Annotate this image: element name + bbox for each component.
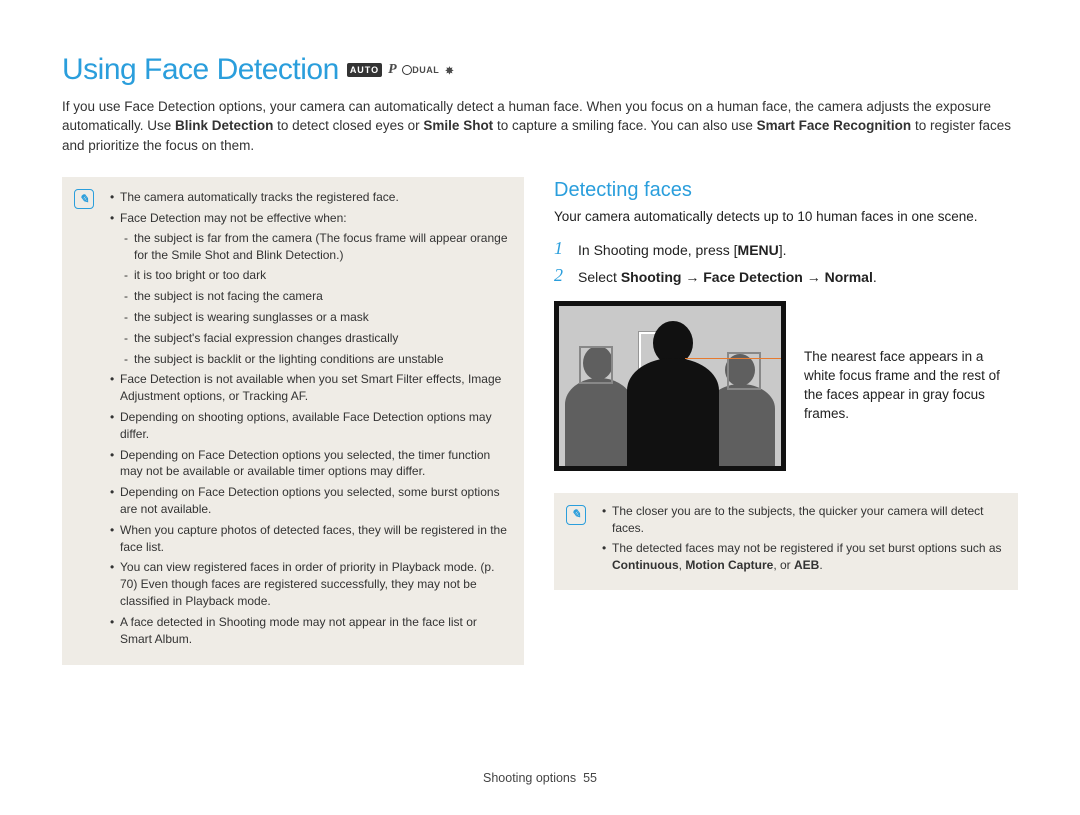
step-text-part: ]. — [779, 242, 787, 258]
mode-p-icon: P — [388, 61, 396, 80]
note-item: A face detected in Shooting mode may not… — [110, 614, 508, 648]
note-text: Face Detection may not be effective when… — [120, 211, 347, 225]
note-item: Depending on shooting options, available… — [110, 409, 508, 443]
step-text-part: . — [873, 269, 877, 285]
intro-bold-smart: Smart Face Recognition — [757, 118, 912, 133]
mode-scene-icon — [445, 62, 453, 79]
intro-bold-blink: Blink Detection — [175, 118, 273, 133]
intro-text: to detect closed eyes or — [277, 118, 423, 133]
note-bold: AEB — [794, 558, 819, 572]
left-note-box: ✎ The camera automatically tracks the re… — [62, 177, 524, 665]
mode-dual-icon: DUAL — [402, 64, 439, 76]
note-item: When you capture photos of detected face… — [110, 522, 508, 556]
mode-icons: AUTO P DUAL — [347, 61, 453, 80]
note-item: You can view registered faces in order o… — [110, 559, 508, 609]
note-item: Depending on Face Detection options you … — [110, 484, 508, 518]
note-icon: ✎ — [566, 505, 586, 525]
step-text-part: In Shooting mode, press [ — [578, 242, 738, 258]
note-text: The detected faces may not be registered… — [612, 541, 1002, 555]
step-number: 1 — [554, 239, 568, 257]
step-bold: Face Detection — [703, 269, 803, 285]
title-text: Using Face Detection — [62, 50, 339, 91]
person-silhouette — [627, 321, 719, 466]
intro-bold-smile: Smile Shot — [423, 118, 493, 133]
page-footer: Shooting options 55 — [0, 770, 1080, 787]
note-subitem: the subject is wearing sunglasses or a m… — [124, 309, 508, 326]
section-intro: Your camera automatically detects up to … — [554, 208, 1018, 227]
step-text: Select Shooting → Face Detection → Norma… — [578, 266, 877, 287]
page-number: 55 — [583, 771, 597, 785]
note-subitem: the subject is backlit or the lighting c… — [124, 351, 508, 368]
arrow-icon: → — [681, 269, 703, 285]
mode-auto-icon: AUTO — [347, 63, 382, 77]
note-text: . — [819, 558, 822, 572]
note-item: The camera automatically tracks the regi… — [110, 189, 508, 206]
note-item: Face Detection is not available when you… — [110, 371, 508, 405]
step-bold: Shooting — [621, 269, 682, 285]
note-item: Face Detection may not be effective when… — [110, 210, 508, 367]
note-item: Depending on Face Detection options you … — [110, 447, 508, 481]
note-bold: Motion Capture — [685, 558, 773, 572]
step-bold: Normal — [825, 269, 873, 285]
note-item: The detected faces may not be registered… — [602, 540, 1002, 574]
note-bold: Continuous — [612, 558, 679, 572]
step-text-part: Select — [578, 269, 621, 285]
intro-paragraph: If you use Face Detection options, your … — [62, 97, 1018, 156]
step-number: 2 — [554, 266, 568, 284]
note-icon: ✎ — [74, 189, 94, 209]
callout-line — [685, 358, 782, 359]
note-subitem: the subject is far from the camera (The … — [124, 230, 508, 264]
step-2: 2 Select Shooting → Face Detection → Nor… — [554, 266, 1018, 287]
note-text: , or — [773, 558, 794, 572]
step-text: In Shooting mode, press [MENU]. — [578, 239, 787, 260]
arrow-icon: → — [803, 269, 825, 285]
gray-focus-frame — [579, 346, 613, 384]
note-item: The closer you are to the subjects, the … — [602, 503, 1002, 537]
step-1: 1 In Shooting mode, press [MENU]. — [554, 239, 1018, 260]
intro-text: to capture a smiling face. You can also … — [497, 118, 757, 133]
note-subitem: it is too bright or too dark — [124, 267, 508, 284]
note-subitem: the subject's facial expression changes … — [124, 330, 508, 347]
figure-caption: The nearest face appears in a white focu… — [804, 348, 1018, 424]
footer-section: Shooting options — [483, 771, 576, 785]
note-subitem: the subject is not facing the camera — [124, 288, 508, 305]
page-title: Using Face Detection AUTO P DUAL — [62, 50, 1018, 91]
example-photo — [554, 301, 786, 471]
menu-key: MENU — [738, 242, 779, 258]
section-title: Detecting faces — [554, 177, 1018, 204]
right-note-box: ✎ The closer you are to the subjects, th… — [554, 493, 1018, 590]
